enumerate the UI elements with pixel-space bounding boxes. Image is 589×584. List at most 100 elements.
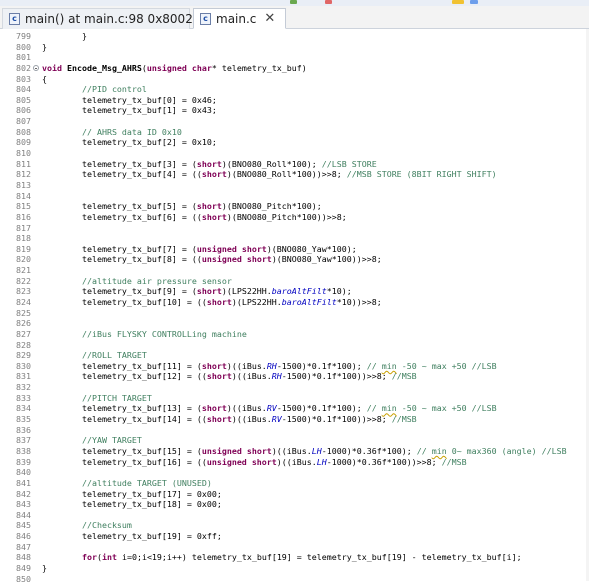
tab-main-c[interactable]: c main.c ✕ <box>193 8 286 29</box>
code-token: short <box>196 158 222 169</box>
code-line[interactable]: 834 telemetry_tx_buf[13] = (short)((iBus… <box>0 403 589 414</box>
code-token: //altitude air pressure sensor <box>81 275 232 286</box>
code-token: //altitude TARGET (UNUSED) <box>81 477 212 488</box>
code-line[interactable]: 813 <box>0 180 589 191</box>
tab-label: main.c <box>216 11 257 26</box>
code-line[interactable]: 822 //altitude air pressure sensor <box>0 276 589 287</box>
code-text: telemetry_tx_buf[11] = (short)((iBus.RH-… <box>42 361 497 372</box>
code-token: short <box>206 297 232 307</box>
close-icon[interactable]: ✕ <box>264 11 275 26</box>
code-line[interactable]: 840 <box>0 467 589 478</box>
code-line[interactable]: 848 for(int i=0;i<19;i++) telemetry_tx_b… <box>0 552 589 563</box>
code-token: * telemetry_tx_buf) <box>211 62 307 73</box>
code-token: char <box>191 62 212 73</box>
code-line[interactable]: 804 //PID control <box>0 84 589 95</box>
toolbar-icon-edge[interactable] <box>290 0 297 4</box>
code-token: *10); <box>326 286 352 297</box>
code-token: unsigned <box>201 445 242 456</box>
code-line[interactable]: 849} <box>0 563 589 574</box>
code-line[interactable]: 801 <box>0 52 589 63</box>
code-token: short <box>196 286 222 297</box>
line-number: 831 <box>16 371 31 382</box>
code-token: -50 ~ max +50 //LSB <box>396 360 497 371</box>
code-line[interactable]: 825 <box>0 308 589 319</box>
code-line[interactable]: 827 //iBus FLYSKY CONTROLLing machine <box>0 329 589 340</box>
code-token: )((iBus. <box>226 403 267 414</box>
code-token: )((iBus. <box>271 445 312 456</box>
code-line[interactable]: 818 <box>0 233 589 244</box>
code-line[interactable]: 845 //Checksum <box>0 520 589 531</box>
code-text: //altitude TARGET (UNUSED) <box>42 478 212 489</box>
code-line[interactable]: 803 { <box>0 74 589 85</box>
toolbar-icon-edge[interactable] <box>470 0 478 4</box>
code-line[interactable]: 826 <box>0 318 589 329</box>
code-line[interactable]: 828 <box>0 340 589 351</box>
code-token: //MSB <box>391 414 417 425</box>
code-token: )((iBus. <box>231 371 272 382</box>
code-line[interactable]: 816 telemetry_tx_buf[6] = ((short)(BNO08… <box>0 212 589 223</box>
code-line[interactable]: 839 telemetry_tx_buf[16] = ((unsigned sh… <box>0 457 589 468</box>
code-token: short <box>251 456 277 467</box>
code-line[interactable]: 831 telemetry_tx_buf[12] = ((short)((iBu… <box>0 371 589 382</box>
code-line[interactable]: 810 <box>0 148 589 159</box>
line-number: 813 <box>16 179 31 190</box>
toolbar-icon-edge[interactable] <box>325 0 332 4</box>
code-line[interactable]: 806 telemetry_tx_buf[1] = 0x43; <box>0 105 589 116</box>
code-token: // <box>416 445 432 456</box>
code-line[interactable]: 838 telemetry_tx_buf[15] = (unsigned sho… <box>0 446 589 457</box>
code-token: baroAltFilt <box>271 286 327 297</box>
code-line[interactable]: 833 //PITCH TARGET <box>0 393 589 404</box>
code-line[interactable]: 811 telemetry_tx_buf[3] = (short)(BNO080… <box>0 159 589 170</box>
fold-collapse-icon[interactable] <box>33 64 39 71</box>
code-line[interactable]: 835 telemetry_tx_buf[14] = ((short)((iBu… <box>0 414 589 425</box>
code-text: telemetry_tx_buf[12] = ((short)((iBus.RH… <box>42 371 417 382</box>
code-line[interactable]: 815 telemetry_tx_buf[5] = (short)(BNO080… <box>0 201 589 212</box>
line-number: 818 <box>16 233 31 244</box>
code-token: unsigned <box>196 243 237 254</box>
code-line[interactable]: 836 <box>0 425 589 436</box>
line-number: 846 <box>16 531 31 542</box>
code-line[interactable]: 821 <box>0 265 589 276</box>
code-editor[interactable]: 799 } 800} 801 802 void Encode_Msg_AHRS(unsi… <box>0 29 589 584</box>
code-line[interactable]: 799 } <box>0 31 589 42</box>
line-number: 826 <box>16 318 31 329</box>
code-line[interactable]: 847 <box>0 542 589 553</box>
line-number: 817 <box>16 222 31 233</box>
code-line[interactable]: 846 telemetry_tx_buf[19] = 0xff; <box>0 531 589 542</box>
code-token: )((iBus. <box>231 414 272 425</box>
line-number: 810 <box>16 148 31 159</box>
code-line[interactable]: 812 telemetry_tx_buf[4] = ((short)(BNO08… <box>0 169 589 180</box>
code-line[interactable]: 830 telemetry_tx_buf[11] = (short)((iBus… <box>0 361 589 372</box>
code-line[interactable]: 841 //altitude TARGET (UNUSED) <box>0 478 589 489</box>
toolbar-icon-edge[interactable] <box>452 0 464 4</box>
code-line[interactable]: 807 <box>0 116 589 127</box>
code-line[interactable]: 843 telemetry_tx_buf[18] = 0x00; <box>0 499 589 510</box>
code-line[interactable]: 802 void Encode_Msg_AHRS(unsigned char* t… <box>0 63 589 74</box>
code-token: min <box>431 445 447 456</box>
code-line[interactable]: 819 telemetry_tx_buf[7] = (unsigned shor… <box>0 244 589 255</box>
line-number: 848 <box>16 552 31 563</box>
code-line[interactable]: 829 //ROLL TARGET <box>0 350 589 361</box>
code-line[interactable]: 824 telemetry_tx_buf[10] = ((short)(LPS2… <box>0 297 589 308</box>
line-number: 850 <box>16 573 31 584</box>
code-line[interactable]: 820 telemetry_tx_buf[8] = ((unsigned sho… <box>0 254 589 265</box>
code-line[interactable]: 805 telemetry_tx_buf[0] = 0x46; <box>0 95 589 106</box>
code-line[interactable]: 817 <box>0 223 589 234</box>
code-line[interactable]: 823 telemetry_tx_buf[9] = (short)(LPS22H… <box>0 286 589 297</box>
code-line[interactable]: 842 telemetry_tx_buf[17] = 0x00; <box>0 489 589 500</box>
code-line[interactable]: 844 <box>0 510 589 521</box>
code-text: //ROLL TARGET <box>42 350 147 361</box>
tab-disassembly[interactable]: c main() at main.c:98 0x8002222 <box>2 8 216 29</box>
code-line[interactable]: 850 <box>0 574 589 584</box>
code-token: telemetry_tx_buf[14] = (( <box>42 414 207 425</box>
code-line[interactable]: 832 <box>0 382 589 393</box>
code-line[interactable]: 800} <box>0 42 589 53</box>
code-line[interactable]: 837 //YAW TARGET <box>0 435 589 446</box>
code-line[interactable]: 814 <box>0 191 589 202</box>
code-token: telemetry_tx_buf[16] = (( <box>42 456 207 467</box>
code-line[interactable]: 809 telemetry_tx_buf[2] = 0x10; <box>0 137 589 148</box>
code-token: //PID control <box>81 84 147 95</box>
editor-tab-bar: c main() at main.c:98 0x8002222 c main.c… <box>0 6 589 29</box>
code-line[interactable]: 808 // AHRS data ID 0x10 <box>0 127 589 138</box>
